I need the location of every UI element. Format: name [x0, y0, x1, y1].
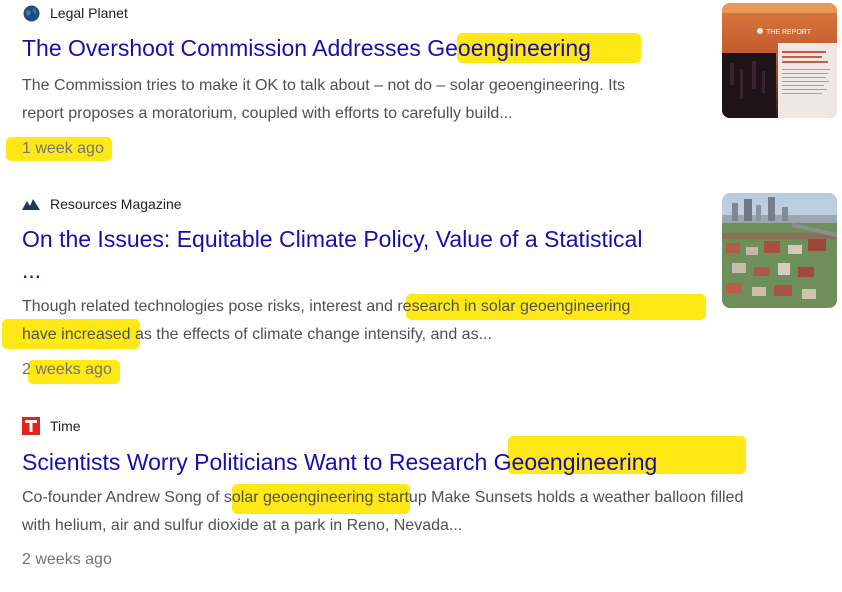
- source-name[interactable]: Time: [50, 418, 81, 434]
- source-name[interactable]: Legal Planet: [50, 5, 128, 21]
- snippet-line-1: Though related technologies pose risks, …: [22, 298, 631, 315]
- result-thumbnail[interactable]: THE REPORT: [722, 3, 837, 118]
- news-results-page: Legal Planet The Overshoot Commission Ad…: [0, 0, 842, 592]
- thumb-caption: THE REPORT: [766, 29, 812, 36]
- snippet-line-2: have increased as the effects of climate…: [22, 326, 492, 343]
- timestamp: 2 weeks ago: [22, 551, 112, 568]
- globe-icon: [22, 4, 40, 22]
- result-title-link[interactable]: On the Issues: Equitable Climate Policy,…: [22, 224, 642, 255]
- result-thumbnail[interactable]: [722, 193, 837, 308]
- source-name[interactable]: Resources Magazine: [50, 196, 182, 212]
- snippet-line-2: report proposes a moratorium, coupled wi…: [22, 105, 513, 122]
- source-row: Legal Planet: [22, 4, 128, 22]
- snippet-line-1: Co-founder Andrew Song of solar geoengin…: [22, 489, 744, 506]
- source-row: Time: [22, 417, 81, 435]
- mountain-logo-icon: [22, 195, 40, 213]
- result-title-ellipsis[interactable]: ...: [22, 255, 41, 286]
- snippet-line-1: The Commission tries to make it OK to ta…: [22, 77, 625, 94]
- time-t-icon: [22, 417, 40, 435]
- result-title-link[interactable]: Scientists Worry Politicians Want to Res…: [22, 447, 657, 478]
- timestamp: 2 weeks ago: [22, 361, 112, 378]
- timestamp: 1 week ago: [22, 140, 104, 157]
- source-row: Resources Magazine: [22, 195, 182, 213]
- result-title-link[interactable]: The Overshoot Commission Addresses Geoen…: [22, 33, 591, 64]
- snippet-line-2: with helium, air and sulfur dioxide at a…: [22, 517, 463, 534]
